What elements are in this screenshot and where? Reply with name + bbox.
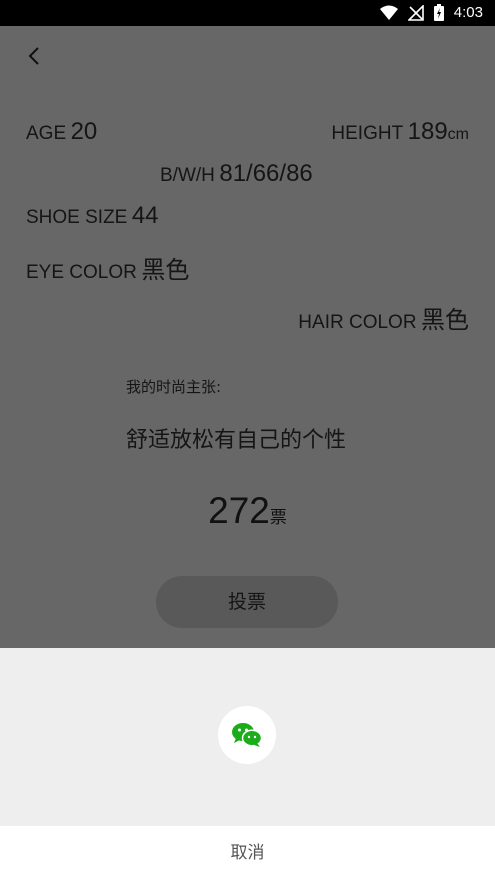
bwh-row: B/W/H 81/66/86 bbox=[160, 160, 313, 188]
status-bar: 4:03 bbox=[0, 0, 495, 26]
no-signal-icon bbox=[407, 4, 424, 21]
eye-color-label: EYE COLOR bbox=[26, 262, 137, 283]
height-row: HEIGHT 189cm bbox=[331, 118, 469, 146]
back-arrow-icon[interactable] bbox=[22, 42, 50, 70]
age-label: AGE bbox=[26, 123, 67, 144]
cancel-button[interactable]: 取消 bbox=[0, 826, 495, 880]
wechat-share-button[interactable] bbox=[218, 706, 276, 764]
shoe-size-row: SHOE SIZE 44 bbox=[26, 202, 159, 230]
hair-color-label: HAIR COLOR bbox=[298, 312, 417, 333]
shoe-size-label: SHOE SIZE bbox=[26, 207, 128, 228]
shoe-size-value: 44 bbox=[131, 202, 159, 229]
battery-charging-icon bbox=[433, 4, 444, 21]
profile-screen: AGE 20 HEIGHT 189cm B/W/H 81/66/86 SHOE … bbox=[0, 26, 495, 648]
fashion-statement-label: 我的时尚主张: bbox=[126, 378, 222, 396]
eye-color-row: EYE COLOR 黑色 bbox=[26, 250, 189, 285]
vote-button[interactable]: 投票 bbox=[156, 576, 338, 628]
status-time: 4:03 bbox=[453, 4, 483, 21]
bwh-label: B/W/H bbox=[160, 165, 215, 186]
vote-count: 272票 bbox=[0, 490, 495, 532]
height-unit: cm bbox=[447, 126, 469, 143]
hair-color-value: 黑色 bbox=[421, 307, 469, 334]
eye-color-value: 黑色 bbox=[141, 257, 190, 284]
fashion-statement-text: 舒适放松有自己的个性 bbox=[126, 428, 347, 453]
age-value: 20 bbox=[70, 118, 98, 145]
bwh-value: 81/66/86 bbox=[219, 160, 313, 187]
height-value: 189 bbox=[407, 118, 448, 145]
wifi-icon bbox=[379, 5, 398, 20]
status-icons: 4:03 bbox=[379, 4, 483, 21]
age-row: AGE 20 bbox=[26, 118, 97, 146]
wechat-icon bbox=[232, 723, 263, 747]
vote-count-number: 272 bbox=[208, 490, 270, 531]
hair-color-row: HAIR COLOR 黑色 bbox=[298, 300, 469, 335]
vote-count-unit: 票 bbox=[269, 508, 287, 528]
height-label: HEIGHT bbox=[331, 123, 404, 144]
share-sheet bbox=[0, 648, 495, 826]
